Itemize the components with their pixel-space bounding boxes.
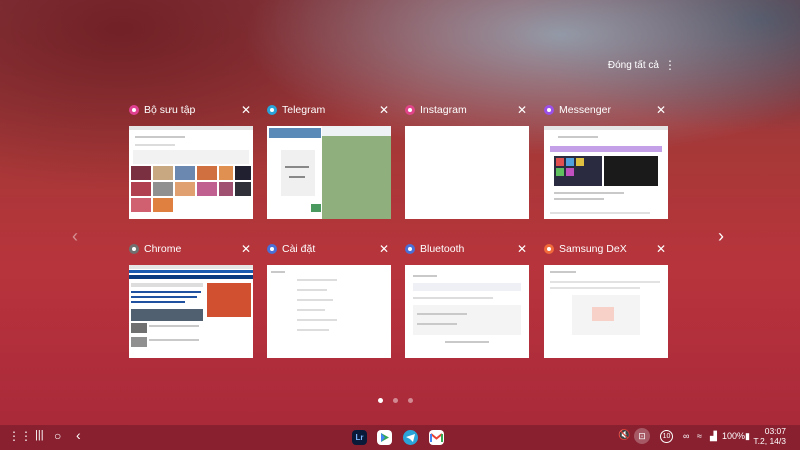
close-icon[interactable]: ✕	[379, 102, 389, 118]
battery-level: 100%	[722, 431, 746, 441]
back-icon[interactable]: ‹	[76, 427, 81, 443]
close-icon[interactable]: ✕	[656, 241, 666, 257]
recent-app-card-messenger[interactable]: Messenger ✕	[544, 102, 668, 219]
settings-app-icon	[267, 244, 277, 254]
apps-grid-icon[interactable]: ⋮⋮	[8, 429, 32, 443]
clock[interactable]: 03:07 T.2, 14/3	[753, 426, 786, 446]
app-thumbnail[interactable]	[129, 126, 253, 219]
app-thumbnail[interactable]	[544, 126, 668, 219]
chrome-app-icon	[129, 244, 139, 254]
app-name: Bluetooth	[420, 243, 465, 255]
app-thumbnail[interactable]	[129, 265, 253, 358]
close-icon[interactable]: ✕	[517, 241, 527, 257]
app-thumbnail[interactable]	[405, 126, 529, 219]
app-thumbnail[interactable]	[267, 265, 391, 358]
chevron-right-icon[interactable]: ›	[718, 226, 724, 247]
close-icon[interactable]: ✕	[241, 102, 251, 118]
close-icon[interactable]: ✕	[656, 102, 666, 118]
gmail-icon[interactable]	[429, 430, 444, 445]
recents-header: Đóng tất cả ⋮	[0, 58, 800, 76]
telegram-app-icon	[267, 105, 277, 115]
signal-icon[interactable]: ▟	[710, 431, 717, 442]
close-all-button[interactable]: Đóng tất cả	[608, 60, 659, 71]
app-name: Samsung DeX	[559, 243, 627, 255]
recents-icon[interactable]: |||	[35, 429, 44, 441]
telegram-icon[interactable]	[403, 430, 418, 445]
messenger-app-icon	[544, 105, 554, 115]
app-name: Cài đặt	[282, 243, 316, 255]
home-icon[interactable]: ○	[54, 429, 61, 443]
close-icon[interactable]: ✕	[241, 241, 251, 257]
page-dot[interactable]	[393, 398, 398, 403]
mute-icon[interactable]: 🔇	[618, 430, 630, 441]
instagram-app-icon	[405, 105, 415, 115]
lightroom-icon[interactable]: Lr	[352, 430, 367, 445]
battery-icon: ▮	[745, 431, 750, 441]
recent-app-card-instagram[interactable]: Instagram ✕	[405, 102, 529, 219]
wifi-icon[interactable]: ≈	[697, 431, 702, 441]
more-vert-icon[interactable]: ⋮	[664, 58, 676, 72]
close-icon[interactable]: ✕	[379, 241, 389, 257]
app-name: Bộ sưu tập	[144, 104, 196, 116]
time: 03:07	[764, 426, 786, 436]
recent-app-card-telegram[interactable]: Telegram ✕	[267, 102, 391, 219]
date: T.2, 14/3	[753, 436, 786, 446]
bluetooth-app-icon	[405, 244, 415, 254]
dex-status-icon[interactable]: ⊡	[634, 428, 650, 444]
notification-count[interactable]: 10	[660, 430, 673, 443]
close-icon[interactable]: ✕	[517, 102, 527, 118]
recent-app-card-gallery[interactable]: Bộ sưu tập ✕	[129, 102, 253, 219]
page-dot[interactable]	[408, 398, 413, 403]
play-store-icon[interactable]	[377, 430, 392, 445]
chevron-left-icon[interactable]: ‹	[72, 226, 78, 247]
recent-app-card-samsung-dex[interactable]: Samsung DeX ✕	[544, 241, 668, 358]
app-name: Instagram	[420, 104, 467, 116]
page-dot[interactable]	[378, 398, 383, 403]
page-indicator	[378, 398, 413, 403]
samsung-dex-app-icon	[544, 244, 554, 254]
link-icon[interactable]: ∞	[683, 431, 689, 441]
app-name: Telegram	[282, 104, 326, 116]
recent-app-card-settings[interactable]: Cài đặt ✕	[267, 241, 391, 358]
lightroom-label: Lr	[355, 433, 364, 442]
app-thumbnail[interactable]	[267, 126, 391, 219]
taskbar: ⋮⋮ ||| ○ ‹ Lr 🔇 ⊡ 10 ∞ ≈ ▟ 100% ▮ 03:07 …	[0, 425, 800, 450]
app-thumbnail[interactable]	[405, 265, 529, 358]
recent-app-card-bluetooth[interactable]: Bluetooth ✕	[405, 241, 529, 358]
app-name: Chrome	[144, 243, 182, 255]
gallery-app-icon	[129, 105, 139, 115]
recent-app-card-chrome[interactable]: Chrome ✕	[129, 241, 253, 358]
app-name: Messenger	[559, 104, 611, 116]
app-thumbnail[interactable]	[544, 265, 668, 358]
